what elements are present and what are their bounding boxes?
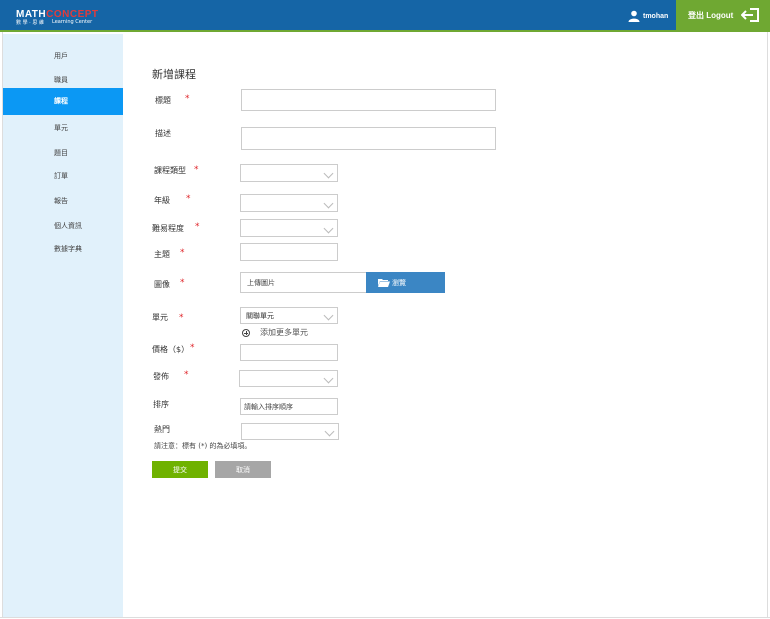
difficulty-select[interactable] <box>240 219 338 237</box>
sidebar: 用戶 職員 課程 單元 題目 訂單 報告 個人資訊 數據字典 <box>3 34 123 617</box>
required-mark: * <box>180 278 185 288</box>
add-more-units-label: 添加更多單元 <box>260 328 308 337</box>
add-more-units-link[interactable]: 添加更多單元 <box>242 327 308 338</box>
difficulty-label: 難易程度 <box>152 224 184 233</box>
description-label: 描述 <box>155 129 171 138</box>
logout-icon <box>741 8 760 22</box>
sidebar-item-profile[interactable]: 個人資訊 <box>3 217 123 235</box>
submit-button[interactable]: 提交 <box>152 461 208 478</box>
username: tmohan <box>643 12 669 20</box>
sidebar-item-data-dictionary[interactable]: 數據字典 <box>3 240 123 258</box>
logout-button[interactable]: 登出 Logout <box>676 0 770 30</box>
browse-button[interactable]: 瀏覽 <box>366 272 445 293</box>
page-title: 新增課程 <box>152 68 196 81</box>
chevron-down-icon <box>323 223 334 234</box>
frame-right-border <box>767 32 768 617</box>
image-upload-field[interactable]: 上傳圖片 <box>240 272 367 293</box>
course-type-select[interactable] <box>240 164 338 182</box>
required-mark: * <box>190 343 195 353</box>
topic-input[interactable] <box>240 243 338 261</box>
description-input[interactable] <box>241 127 496 150</box>
required-mark: * <box>185 94 190 104</box>
user-menu[interactable]: tmohan <box>628 9 668 23</box>
chevron-down-icon <box>323 198 334 209</box>
unit-label: 單元 <box>152 313 168 322</box>
sidebar-item-orders[interactable]: 訂單 <box>3 167 123 185</box>
sort-input[interactable]: 請輸入排序順序 <box>240 398 338 415</box>
course-type-label: 課程類型 <box>154 166 186 175</box>
chevron-down-icon <box>323 168 334 179</box>
sidebar-item-questions[interactable]: 題目 <box>3 144 123 162</box>
logo-subtitle: 數 學 · 思 維 <box>16 20 44 26</box>
required-mark: * <box>194 165 199 175</box>
unit-select-value: 關聯單元 <box>246 311 274 320</box>
sidebar-item-courses[interactable]: 課程 <box>3 88 123 115</box>
hot-select[interactable] <box>241 423 339 440</box>
logo-learning-center: Learning Center <box>52 19 93 25</box>
sort-label: 排序 <box>153 400 169 409</box>
chevron-down-icon <box>323 310 334 321</box>
topic-label: 主題 <box>154 250 170 259</box>
cancel-button[interactable]: 取消 <box>215 461 271 478</box>
grade-label: 年級 <box>154 196 170 205</box>
sidebar-item-reports[interactable]: 報告 <box>3 192 123 210</box>
publish-select[interactable] <box>239 370 338 387</box>
sidebar-item-units[interactable]: 單元 <box>3 119 123 137</box>
price-label: 價格（$） <box>152 345 190 354</box>
title-input[interactable] <box>241 89 496 111</box>
unit-select[interactable]: 關聯單元 <box>240 307 338 324</box>
browse-label: 瀏覽 <box>392 278 406 287</box>
title-label: 標題 <box>155 96 171 105</box>
grade-select[interactable] <box>240 194 338 212</box>
plus-circle-icon <box>242 328 250 337</box>
top-bar: MATHCONCEPT 數 學 · 思 維 Learning Center tm… <box>0 0 770 32</box>
required-mark: * <box>179 313 184 323</box>
chevron-down-icon <box>323 373 334 384</box>
sidebar-item-staff[interactable]: 職員 <box>3 71 123 89</box>
user-icon <box>628 10 640 22</box>
logout-label: 登出 Logout <box>688 10 734 20</box>
required-mark: * <box>186 194 191 204</box>
publish-label: 發佈 <box>153 372 169 381</box>
price-input[interactable] <box>240 344 338 361</box>
frame-bottom-border <box>0 617 770 618</box>
hot-label: 熱門 <box>154 425 170 434</box>
sidebar-item-users[interactable]: 用戶 <box>3 47 123 65</box>
required-mark: * <box>195 222 200 232</box>
chevron-down-icon <box>324 426 335 437</box>
folder-open-icon <box>378 279 390 287</box>
image-label: 圖像 <box>154 280 170 289</box>
required-mark: * <box>180 248 185 258</box>
required-mark: * <box>184 370 189 380</box>
required-note: 請注意：標有 (*) 的為必填項。 <box>154 442 252 450</box>
